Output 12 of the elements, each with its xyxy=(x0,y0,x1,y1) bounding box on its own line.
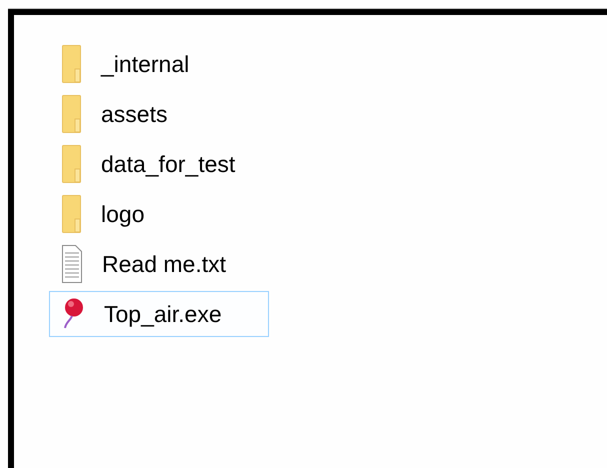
folder-icon xyxy=(62,45,81,83)
folder-icon xyxy=(62,145,81,183)
folder-icon xyxy=(62,95,81,133)
balloon-icon xyxy=(62,298,84,330)
file-item[interactable]: Read me.txt xyxy=(49,241,269,287)
file-item[interactable]: logo xyxy=(49,191,269,237)
folder-icon xyxy=(62,195,81,233)
file-item[interactable]: Top_air.exe xyxy=(49,291,269,337)
file-item[interactable]: assets xyxy=(49,91,269,137)
file-item[interactable]: data_for_test xyxy=(49,141,269,187)
text-file-icon xyxy=(62,245,82,283)
file-item[interactable]: _internal xyxy=(49,41,269,87)
